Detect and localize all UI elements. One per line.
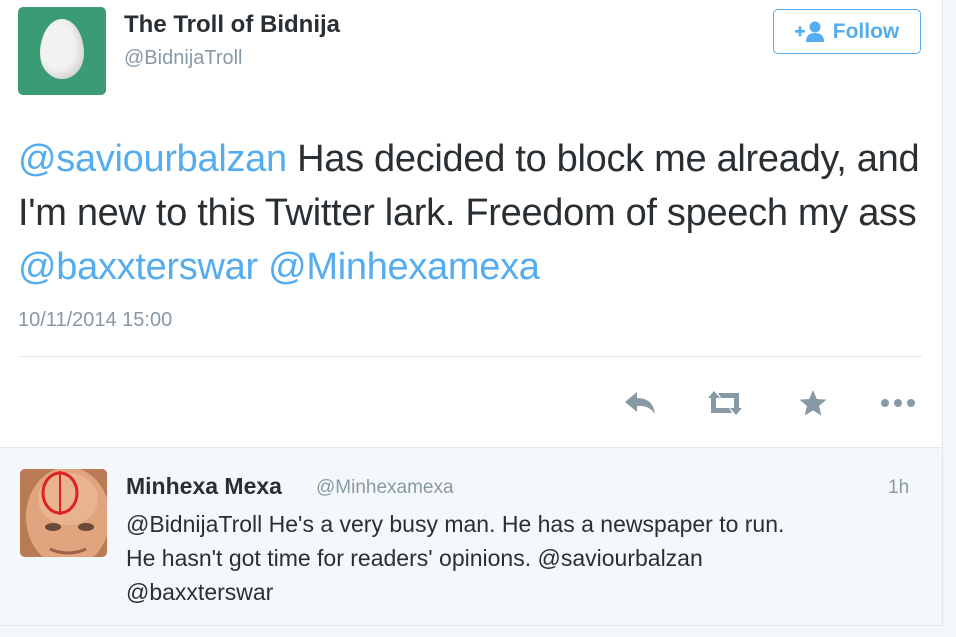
- reply-time[interactable]: 1h: [888, 477, 909, 499]
- reply-line: @BidnijaTroll He's a very busy man. He h…: [126, 511, 785, 537]
- tweet-timestamp[interactable]: 10/11/2014 15:00: [18, 309, 172, 332]
- egg-icon: [40, 19, 84, 79]
- reply-line: @baxxterswar: [126, 579, 274, 605]
- reply-line: He hasn't got time for readers' opinions…: [126, 545, 703, 571]
- reply-avatar[interactable]: [20, 469, 107, 557]
- follow-button[interactable]: Follow: [773, 9, 921, 54]
- reply-text: @BidnijaTroll He's a very busy man. He h…: [126, 507, 926, 609]
- divider: [18, 356, 922, 357]
- mention-link[interactable]: @baxxterswar: [18, 246, 258, 288]
- author-avatar[interactable]: [18, 7, 106, 95]
- tweet-text: @saviourbalzan Has decided to block me a…: [18, 132, 928, 294]
- reply-author-handle[interactable]: @Minhexamexa: [316, 477, 454, 499]
- reply-tweet[interactable]: Minhexa Mexa @Minhexamexa 1h @BidnijaTro…: [0, 449, 943, 626]
- star-icon[interactable]: [793, 385, 833, 421]
- more-icon[interactable]: [878, 385, 918, 421]
- author-handle[interactable]: @BidnijaTroll: [124, 47, 243, 70]
- author-name[interactable]: The Troll of Bidnija: [124, 11, 340, 39]
- tweet-card: The Troll of Bidnija @BidnijaTroll Follo…: [0, 0, 943, 448]
- reply-icon[interactable]: [620, 385, 660, 421]
- mention-link[interactable]: @Minhexamexa: [268, 246, 540, 288]
- retweet-icon[interactable]: [705, 385, 745, 421]
- follow-person-icon: [794, 21, 825, 43]
- reply-author-name[interactable]: Minhexa Mexa: [126, 473, 282, 500]
- mention-link[interactable]: @saviourbalzan: [18, 138, 287, 180]
- follow-label: Follow: [832, 19, 900, 43]
